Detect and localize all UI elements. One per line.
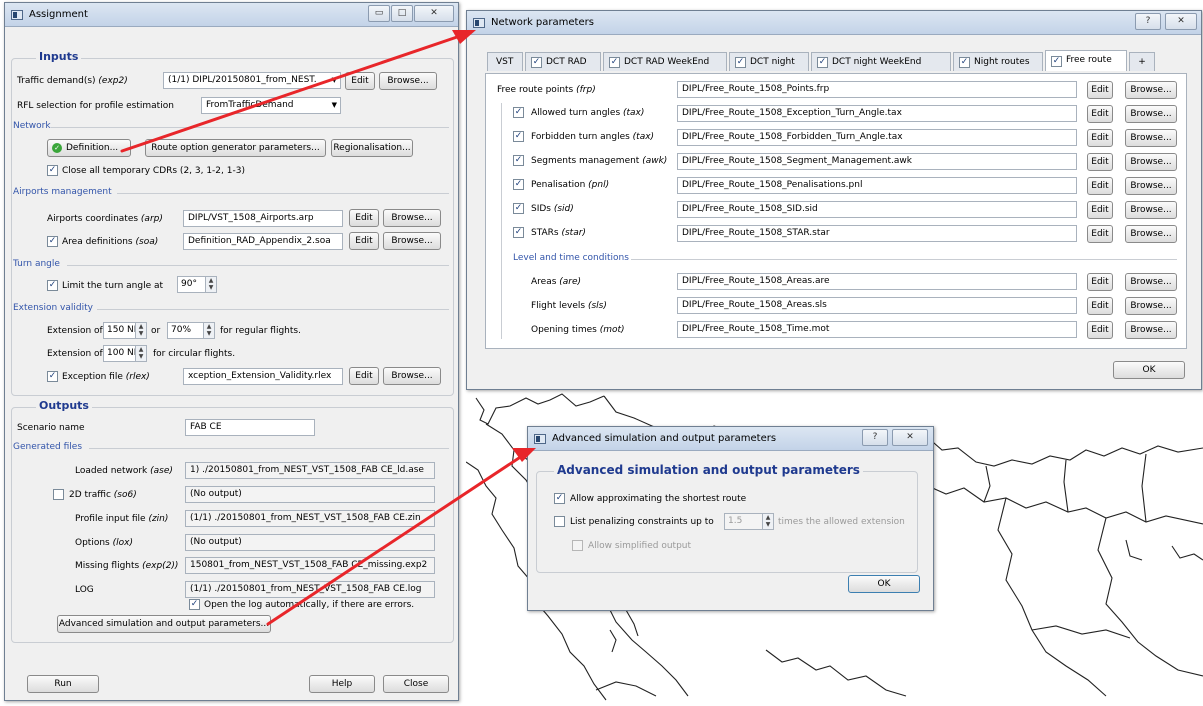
red-arrow-icon [120,30,536,626]
